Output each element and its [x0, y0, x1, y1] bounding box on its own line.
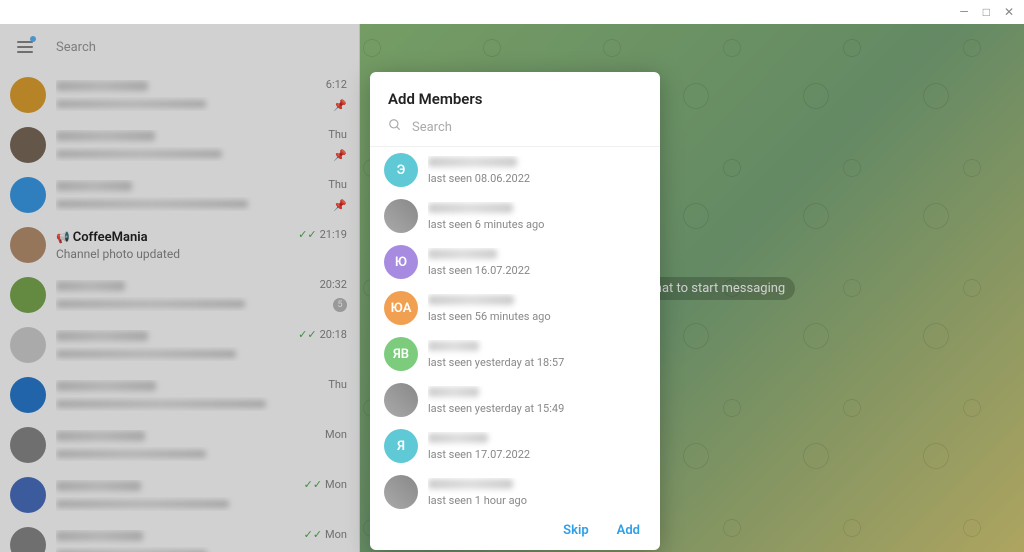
member-status: last seen 56 minutes ago	[428, 310, 551, 323]
members-list[interactable]: Эlast seen 08.06.2022 last seen 6 minutes…	[370, 146, 660, 511]
member-status: last seen yesterday at 18:57	[428, 356, 564, 369]
member-name	[428, 340, 564, 355]
skip-button[interactable]: Skip	[563, 523, 589, 538]
member-name	[428, 478, 527, 493]
avatar: Э	[384, 153, 418, 187]
avatar	[384, 199, 418, 233]
member-item[interactable]: Юlast seen 16.07.2022	[370, 239, 660, 285]
add-button[interactable]: Add	[617, 523, 640, 538]
avatar: ЮА	[384, 291, 418, 325]
member-name	[428, 202, 544, 217]
member-search-input[interactable]	[412, 120, 642, 135]
member-item[interactable]: Эlast seen 08.06.2022	[370, 147, 660, 193]
member-status: last seen 1 hour ago	[428, 494, 527, 507]
member-status: last seen 17.07.2022	[428, 448, 530, 461]
member-name	[428, 432, 530, 447]
search-icon	[388, 118, 402, 136]
member-item[interactable]: last seen yesterday at 15:49	[370, 377, 660, 423]
avatar	[384, 475, 418, 509]
avatar: ЯВ	[384, 337, 418, 371]
window-titlebar: — □ ✕	[0, 0, 1024, 24]
member-item[interactable]: Яlast seen 17.07.2022	[370, 423, 660, 469]
member-status: last seen 08.06.2022	[428, 172, 530, 185]
member-status: last seen 6 minutes ago	[428, 218, 544, 231]
close-button[interactable]: ✕	[1004, 5, 1014, 19]
member-status: last seen 16.07.2022	[428, 264, 530, 277]
member-item[interactable]: last seen 1 hour ago	[370, 469, 660, 511]
member-name	[428, 294, 551, 309]
member-name	[428, 156, 530, 171]
member-status: last seen yesterday at 15:49	[428, 402, 564, 415]
minimize-button[interactable]: —	[959, 5, 968, 19]
maximize-button[interactable]: □	[983, 5, 990, 19]
avatar	[384, 383, 418, 417]
avatar: Ю	[384, 245, 418, 279]
add-members-modal: Add Members Эlast seen 08.06.2022last se…	[370, 72, 660, 550]
member-item[interactable]: last seen 6 minutes ago	[370, 193, 660, 239]
member-item[interactable]: ЮА last seen 56 minutes ago	[370, 285, 660, 331]
modal-title: Add Members	[370, 72, 660, 118]
member-name	[428, 386, 564, 401]
member-item[interactable]: ЯВ last seen yesterday at 18:57	[370, 331, 660, 377]
member-name	[428, 248, 530, 263]
avatar: Я	[384, 429, 418, 463]
